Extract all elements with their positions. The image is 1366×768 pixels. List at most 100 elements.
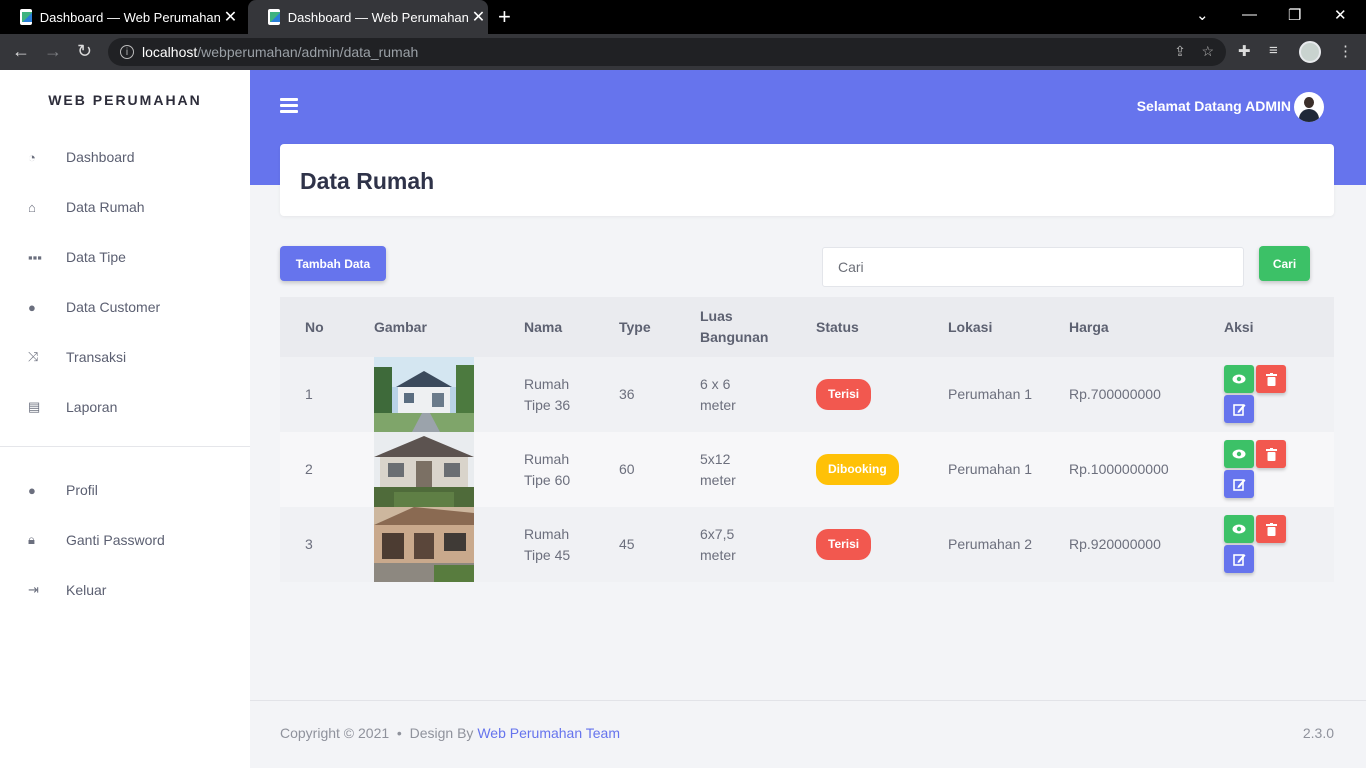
sidebar-item-ganti-password[interactable]: 🔒︎ Ganti Password <box>0 520 250 560</box>
media-control-icon[interactable]: ≡ <box>1269 42 1278 59</box>
eye-icon <box>1232 449 1246 459</box>
sidebar-item-laporan[interactable]: ▤ Laporan <box>0 387 250 427</box>
cell-luas: 6x7,5 meter <box>700 525 736 563</box>
delete-button[interactable] <box>1256 515 1286 543</box>
sidebar-item-label: Dashboard <box>66 149 135 165</box>
cell-lokasi: Perumahan 1 <box>948 461 1033 477</box>
extensions-icon[interactable]: ✚ <box>1238 42 1251 60</box>
cell-luas: 5x12 meter <box>700 450 736 488</box>
restore-icon[interactable]: ❐ <box>1288 6 1301 24</box>
view-button[interactable] <box>1224 515 1254 543</box>
close-window-icon[interactable]: ✕ <box>1334 6 1347 24</box>
view-button[interactable] <box>1224 365 1254 393</box>
column-header: Harga <box>1069 318 1109 335</box>
edit-icon <box>1232 478 1245 491</box>
house-image[interactable] <box>374 357 474 432</box>
column-header: Type <box>619 318 651 335</box>
edit-button[interactable] <box>1224 545 1254 573</box>
table-header: No Gambar Nama Type Luas Bangunan Status… <box>280 297 1334 357</box>
eye-icon <box>1232 524 1246 534</box>
sidebar-item-data-rumah[interactable]: ⌂ Data Rumah <box>0 187 250 227</box>
cell-harga: Rp.920000000 <box>1069 536 1161 552</box>
brand-title: WEB PERUMAHAN <box>48 92 202 108</box>
url-host: localhost <box>142 44 198 60</box>
home-icon: ⌂ <box>28 199 36 215</box>
page-title: Data Rumah <box>300 168 435 194</box>
address-bar[interactable]: i localhost/webperumahan/admin/data_ruma… <box>108 38 1226 66</box>
house-image[interactable] <box>374 432 474 507</box>
share-star-icons[interactable]: ⇪ ☆ <box>1174 43 1214 60</box>
table-row: 3 Rumah Tipe 45 45 6x7,5 meter Terisi Pe… <box>280 507 1334 582</box>
close-tab-icon[interactable]: ✕ <box>469 7 488 27</box>
sidebar-item-profil[interactable]: ● Profil <box>0 470 250 510</box>
data-table: No Gambar Nama Type Luas Bangunan Status… <box>280 297 1334 582</box>
admin-avatar[interactable] <box>1294 92 1324 122</box>
sidebar-item-label: Profil <box>66 482 98 498</box>
cell-lokasi: Perumahan 2 <box>948 536 1033 552</box>
cell-harga: Rp.700000000 <box>1069 386 1161 402</box>
sidebar-item-data-customer[interactable]: ● Data Customer <box>0 287 250 327</box>
sidebar-item-label: Laporan <box>66 399 118 415</box>
dashboard-icon: ◔ <box>28 149 36 165</box>
new-tab-icon[interactable]: + <box>498 4 511 30</box>
trash-icon <box>1265 522 1277 536</box>
column-header: No <box>305 318 324 335</box>
column-header: Aksi <box>1224 318 1254 335</box>
browser-menu-icon[interactable]: ⋮ <box>1338 42 1353 60</box>
browser-toolbar: ← → ↻ i localhost/webperumahan/admin/dat… <box>0 34 1366 70</box>
search-button[interactable]: Cari <box>1259 246 1310 281</box>
sidebar-item-dashboard[interactable]: ◔ Dashboard <box>0 137 250 177</box>
shuffle-icon: ⤨ <box>28 349 39 364</box>
browser-tab-active[interactable]: Dashboard — Web Perumahan ✕ <box>248 0 488 34</box>
user-icon: ● <box>28 482 36 498</box>
footer: Copyright © 2021 • Design By Web Perumah… <box>250 700 1366 768</box>
search-input[interactable] <box>822 247 1244 287</box>
edit-icon <box>1232 403 1245 416</box>
view-button[interactable] <box>1224 440 1254 468</box>
browser-tab-bar: Dashboard — Web Perumahan ✕ Dashboard — … <box>0 0 1366 34</box>
menu-toggle-icon[interactable] <box>280 98 298 116</box>
table-row: 2 Rumah Tipe 60 60 5x12 meter Dibooking … <box>280 432 1334 507</box>
sidebar-item-keluar[interactable]: ⇥ Keluar <box>0 570 250 610</box>
cell-type: 36 <box>619 386 635 402</box>
minimize-icon[interactable]: — <box>1242 6 1257 23</box>
delete-button[interactable] <box>1256 440 1286 468</box>
sidebar-item-data-tipe[interactable]: ▪▪▪ Data Tipe <box>0 237 250 277</box>
cell-type: 60 <box>619 461 635 477</box>
profile-avatar[interactable] <box>1299 41 1321 63</box>
cell-type: 45 <box>619 536 635 552</box>
cell-nama: Rumah Tipe 60 <box>524 450 571 488</box>
tab-title: Dashboard — Web Perumahan <box>39 9 221 25</box>
status-badge: Dibooking <box>816 454 899 485</box>
tab-search-icon[interactable]: ⌄ <box>1196 6 1209 24</box>
cell-lokasi: Perumahan 1 <box>948 386 1033 402</box>
clipboard-icon: ▤ <box>28 399 41 414</box>
site-info-icon[interactable]: i <box>120 45 134 59</box>
copyright-text: Copyright © 2021 • Design By Web Perumah… <box>280 725 621 741</box>
sidebar-item-transaksi[interactable]: ⤨ Transaksi <box>0 337 250 377</box>
sidebar-item-label: Data Customer <box>66 299 161 315</box>
column-header: Gambar <box>374 318 427 335</box>
add-data-button[interactable]: Tambah Data <box>280 246 386 281</box>
welcome-text: Selamat Datang ADMIN <box>1136 98 1291 114</box>
trash-icon <box>1265 447 1277 461</box>
forward-icon[interactable]: → <box>44 41 62 62</box>
edit-icon <box>1232 553 1245 566</box>
delete-button[interactable] <box>1256 365 1286 393</box>
team-link[interactable]: Web Perumahan Team <box>477 725 620 741</box>
edit-button[interactable] <box>1224 470 1254 498</box>
eye-icon <box>1232 374 1246 384</box>
design-by: Design By <box>409 725 474 741</box>
reload-icon[interactable]: ↻ <box>77 41 92 62</box>
user-icon: ● <box>28 299 36 315</box>
back-icon[interactable]: ← <box>12 41 30 62</box>
cell-nama: Rumah Tipe 36 <box>524 375 571 413</box>
sidebar-item-label: Ganti Password <box>66 532 165 548</box>
close-tab-icon[interactable]: ✕ <box>221 7 240 27</box>
cell-no: 2 <box>305 461 313 477</box>
edit-button[interactable] <box>1224 395 1254 423</box>
house-image[interactable] <box>374 507 474 582</box>
browser-tab[interactable]: Dashboard — Web Perumahan ✕ <box>0 0 240 34</box>
cell-harga: Rp.1000000000 <box>1069 461 1169 477</box>
sidebar-item-label: Keluar <box>66 582 107 598</box>
